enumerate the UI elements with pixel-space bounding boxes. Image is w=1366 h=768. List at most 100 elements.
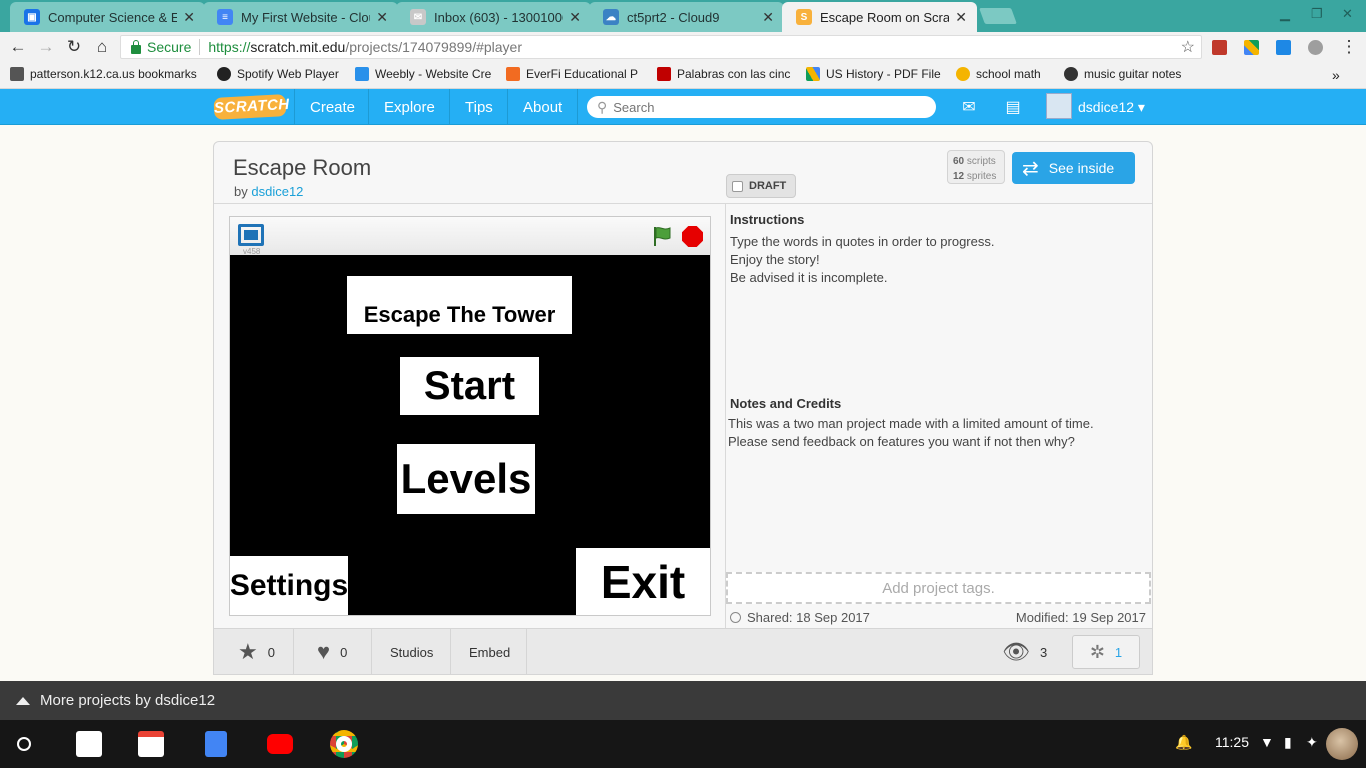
nav-create[interactable]: Create: [294, 89, 370, 125]
more-bookmarks-button[interactable]: »: [1332, 67, 1340, 83]
project-title[interactable]: Escape Room: [233, 155, 371, 181]
docs-app-icon[interactable]: [205, 731, 227, 757]
author-link[interactable]: dsdice12: [251, 184, 303, 199]
add-tags-field[interactable]: Add project tags.: [726, 572, 1151, 604]
youtube-app-icon[interactable]: [267, 734, 293, 754]
maximize-icon[interactable]: ❐: [1311, 6, 1323, 22]
bookmark-us-history[interactable]: US History - PDF File: [806, 67, 946, 81]
close-icon[interactable]: ✕: [183, 9, 195, 26]
music-icon: [1064, 67, 1078, 81]
love-button[interactable]: ♥ 0: [294, 629, 372, 675]
address-bar[interactable]: Secure https:// scratch.mit.edu /project…: [120, 35, 1202, 59]
scratch-header: SCRATCH Create Explore Tips About ⚲ ✉ ▤ …: [0, 89, 1366, 125]
remix-tree-icon: ✲: [1089, 641, 1105, 662]
user-avatar[interactable]: [1326, 728, 1358, 760]
bookmark-label: patterson.k12.ca.us bookmarks: [30, 67, 197, 81]
close-icon[interactable]: ✕: [955, 9, 967, 26]
gmail-icon: ✉: [410, 9, 426, 25]
battery-icon[interactable]: ▮: [1284, 734, 1292, 751]
bookmark-label: EverFi Educational P: [526, 67, 639, 81]
project-stage[interactable]: Escape The Tower Start Levels Settings E…: [230, 255, 710, 615]
extension-book-icon[interactable]: [1212, 40, 1227, 55]
bookmark-school-math[interactable]: school math: [956, 67, 1056, 81]
close-icon[interactable]: ✕: [762, 9, 774, 26]
extension-gray-icon[interactable]: [1308, 40, 1323, 55]
views-counter: 👁 3: [990, 629, 1056, 675]
stage-levels-button[interactable]: Levels: [397, 444, 535, 514]
forward-icon[interactable]: →: [36, 37, 56, 57]
scratch-logo[interactable]: SCRATCH: [213, 94, 290, 120]
home-icon[interactable]: ⌂: [92, 37, 112, 57]
close-icon[interactable]: ✕: [376, 9, 388, 26]
bookmark-music[interactable]: music guitar notes: [1064, 67, 1194, 81]
account-username[interactable]: dsdice12 ▾: [1078, 99, 1145, 116]
my-stuff-folder-icon[interactable]: ▤: [1002, 97, 1024, 117]
reload-icon[interactable]: ↻: [64, 37, 84, 57]
everfi-icon: [506, 67, 520, 81]
green-flag-icon[interactable]: [652, 226, 672, 246]
gmail-app-icon[interactable]: [138, 731, 164, 757]
messages-envelope-icon[interactable]: ✉: [958, 97, 980, 117]
remix-tree-button[interactable]: ✲ 1: [1072, 635, 1140, 669]
shared-date: Shared: 18 Sep 2017: [730, 610, 870, 625]
instructions-text[interactable]: Type the words in quotes in order to pro…: [730, 233, 994, 287]
launcher-icon[interactable]: [17, 737, 31, 751]
stop-sign-icon[interactable]: [682, 226, 703, 247]
drive-extension-icon[interactable]: [1244, 40, 1259, 55]
bookmark-palabras[interactable]: Palabras con las cinc: [657, 67, 797, 81]
browser-tab-strip: ▣ Computer Science & Eng ✕ ≡ My First We…: [0, 0, 1366, 32]
search-input[interactable]: [613, 99, 914, 115]
secure-label: Secure: [147, 39, 192, 55]
favorite-button[interactable]: ★ 0: [214, 629, 294, 675]
avatar[interactable]: [1046, 93, 1072, 119]
nav-about[interactable]: About: [507, 89, 579, 125]
accessibility-icon[interactable]: ✦: [1306, 734, 1318, 751]
bookmark-folder[interactable]: patterson.k12.ca.us bookmarks: [10, 67, 210, 81]
draft-checkbox[interactable]: [732, 180, 743, 192]
more-projects-bar[interactable]: More projects by dsdice12: [0, 681, 1366, 720]
notes-text[interactable]: This was a two man project made with a l…: [728, 415, 1094, 451]
project-action-bar: ★ 0 ♥ 0 Studios Embed 👁 3 ✲ 1: [214, 628, 1152, 675]
stage-settings-button[interactable]: Settings: [230, 556, 348, 615]
testnav-app-icon[interactable]: [76, 731, 102, 757]
back-icon[interactable]: ←: [8, 37, 28, 57]
close-icon[interactable]: ✕: [569, 9, 581, 26]
window-close-icon[interactable]: ✕: [1342, 6, 1353, 22]
spotify-icon: [217, 67, 231, 81]
nav-tips[interactable]: Tips: [449, 89, 508, 125]
notification-bell-icon[interactable]: 🔔: [1175, 734, 1192, 751]
chrome-app-icon[interactable]: [330, 730, 358, 758]
clock-icon: [730, 612, 741, 623]
instructions-line: Type the words in quotes in order to pro…: [730, 234, 995, 249]
search-icon: ⚲: [597, 98, 608, 115]
bookmark-everfi[interactable]: EverFi Educational P: [506, 67, 644, 81]
fullscreen-icon[interactable]: [238, 224, 264, 246]
tab-my-first-website[interactable]: ≡ My First Website - Cloud ✕: [203, 2, 398, 32]
instructions-line: Enjoy the story!: [730, 252, 820, 267]
minimize-icon[interactable]: ▁: [1280, 6, 1290, 22]
nav-explore[interactable]: Explore: [368, 89, 450, 125]
bookmark-star-icon[interactable]: ☆: [1181, 37, 1195, 57]
tab-escape-room[interactable]: S Escape Room on Scratch ✕: [782, 2, 977, 32]
bookmark-label: US History - PDF File: [826, 67, 941, 81]
bookmark-spotify[interactable]: Spotify Web Player: [217, 67, 347, 81]
studios-button[interactable]: Studios: [372, 629, 451, 675]
clock-time[interactable]: 11:25: [1215, 734, 1249, 750]
stage-start-button[interactable]: Start: [400, 357, 539, 415]
stage-exit-button[interactable]: Exit: [576, 548, 710, 615]
wifi-icon[interactable]: ▼: [1260, 734, 1274, 750]
extension-c-icon[interactable]: [1276, 40, 1291, 55]
draft-toggle[interactable]: DRAFT: [726, 174, 796, 198]
new-tab-button[interactable]: [979, 8, 1017, 24]
tab-inbox[interactable]: ✉ Inbox (603) - 13001006 ✕: [396, 2, 591, 32]
heart-icon: ♥: [317, 639, 331, 664]
tab-computer-science[interactable]: ▣ Computer Science & Eng ✕: [10, 2, 205, 32]
love-count: 0: [340, 644, 348, 660]
tab-cloud9[interactable]: ☁ ct5prt2 - Cloud9 ✕: [589, 2, 784, 32]
see-inside-button[interactable]: ⇄ See inside: [1012, 152, 1135, 184]
tab-title: Inbox (603) - 13001006: [434, 9, 564, 25]
menu-dots-icon[interactable]: ⋮: [1339, 37, 1359, 57]
bookmark-weebly[interactable]: Weebly - Website Cre: [355, 67, 493, 81]
views-count: 3: [1039, 644, 1048, 660]
embed-button[interactable]: Embed: [451, 629, 527, 675]
